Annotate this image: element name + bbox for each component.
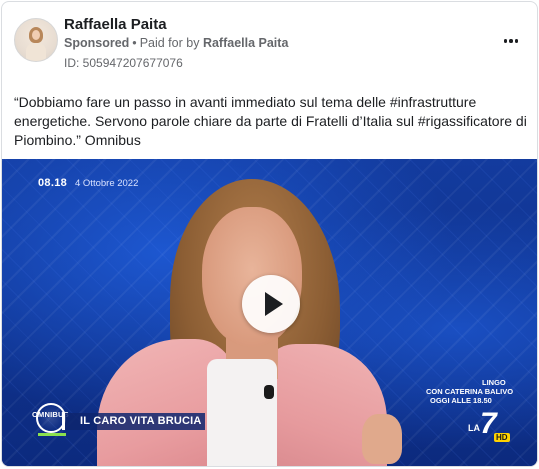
- lapel-mic: [264, 385, 274, 399]
- more-horizontal-icon-dot: [514, 39, 519, 43]
- promo-host: CON CATERINA BALIVO: [426, 387, 514, 396]
- avatar-body: [26, 43, 46, 61]
- promo-show: LINGO: [482, 378, 506, 387]
- meta-separator: •: [132, 36, 137, 50]
- broadcast-time: 08.18: [38, 177, 68, 189]
- paid-for-label: Paid for by: [139, 36, 200, 50]
- lower-third-accent: [38, 433, 66, 436]
- more-horizontal-icon-dot: [503, 39, 508, 43]
- ad-body-text: “Dobbiamo fare un passo in avanti immedi…: [14, 94, 527, 148]
- ad-card: Raffaella Paita Sponsored • Paid for by Ra…: [1, 1, 538, 467]
- play-icon[interactable]: [242, 275, 300, 333]
- broadcast-date: 4 Ottobre 2022: [75, 178, 139, 189]
- promo-time: OGGI ALLE 18.50: [430, 396, 492, 405]
- more-options-button[interactable]: [499, 32, 523, 50]
- channel-hd: HD: [494, 433, 510, 442]
- ad-id: ID: 505947207677076: [64, 56, 183, 70]
- ad-meta: Sponsored • Paid for by Raffaella Paita: [64, 36, 288, 50]
- speaker-shirt: [207, 359, 277, 466]
- la7-hd-logo: 7 LA HD: [468, 409, 510, 445]
- video-player[interactable]: 08.18 4 Ottobre 2022 LINGO CON CATERINA …: [2, 159, 537, 466]
- promo-overlay: LINGO CON CATERINA BALIVO OGGI ALLE 18.5…: [426, 378, 536, 405]
- lower-third-text: IL CARO VITA BRUCIA: [80, 415, 202, 427]
- more-horizontal-icon-dot: [509, 39, 513, 43]
- sponsored-label: Sponsored: [64, 36, 130, 50]
- page-avatar[interactable]: [14, 18, 58, 62]
- channel-la: LA: [468, 423, 480, 433]
- payer-name[interactable]: Raffaella Paita: [203, 36, 288, 50]
- speaker-hand: [362, 414, 402, 464]
- page-name[interactable]: Raffaella Paita: [64, 16, 167, 33]
- avatar-face: [32, 30, 40, 40]
